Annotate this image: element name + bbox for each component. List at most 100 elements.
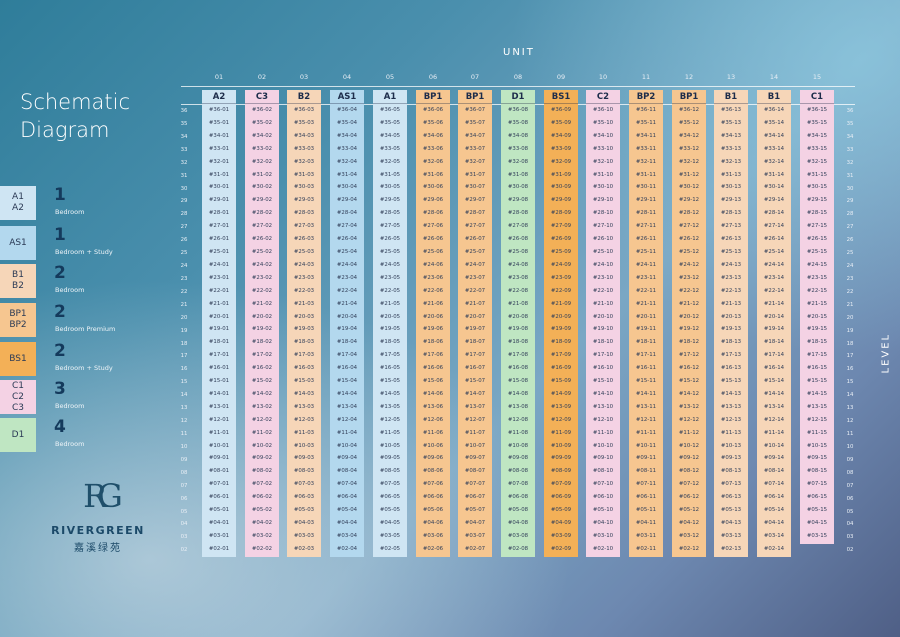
- unit-cell: #11-06: [422, 429, 444, 436]
- legend-type-label: BP1: [9, 309, 27, 319]
- unit-cell: #06-03: [293, 494, 315, 501]
- unit-type-header: B1: [714, 90, 748, 104]
- unit-cell: #12-07: [464, 416, 486, 423]
- unit-cell: #14-03: [293, 390, 315, 397]
- unit-cell: #24-11: [635, 261, 657, 268]
- unit-cell: #13-07: [464, 403, 486, 410]
- unit-cell: #14-07: [464, 390, 486, 397]
- level-label-right: 06: [846, 495, 854, 502]
- level-label-left: 22: [180, 288, 188, 295]
- unit-cell: #10-06: [422, 442, 444, 449]
- unit-cell: #20-02: [251, 313, 273, 320]
- unit-cell: #05-11: [635, 507, 657, 514]
- unit-cell: #31-15: [806, 171, 828, 178]
- unit-cell: #17-15: [806, 352, 828, 359]
- unit-cell: #33-04: [336, 145, 358, 152]
- unit-cell: #25-12: [678, 248, 700, 255]
- unit-cell: #23-01: [208, 274, 230, 281]
- unit-cell: #03-12: [678, 532, 700, 539]
- unit-cell: #15-14: [763, 378, 785, 385]
- level-label-right: 07: [846, 482, 854, 489]
- unit-cell: #27-10: [592, 223, 614, 230]
- unit-cell: #07-01: [208, 481, 230, 488]
- unit-cell: #08-13: [720, 468, 742, 475]
- unit-type-header: BS1: [544, 90, 578, 104]
- unit-cell: #32-03: [293, 158, 315, 165]
- level-label-left: 35: [180, 120, 188, 127]
- unit-cell: #25-01: [208, 248, 230, 255]
- unit-cell: #30-10: [592, 184, 614, 191]
- unit-column: BP1 #36-06 #35-06 #34-06 #33-06 #32-06 #31-06 #…: [416, 90, 450, 558]
- unit-cell: #34-14: [763, 132, 785, 139]
- unit-cell: #35-08: [507, 119, 529, 126]
- level-label-right: 28: [846, 211, 854, 218]
- unit-cell: #28-04: [336, 210, 358, 217]
- unit-cell: #34-15: [806, 132, 828, 139]
- unit-cell: #10-07: [464, 442, 486, 449]
- unit-cell: #33-11: [635, 145, 657, 152]
- unit-cell: #06-07: [464, 494, 486, 501]
- unit-cell: #36-13: [720, 107, 742, 113]
- unit-cell: #23-03: [293, 274, 315, 281]
- level-label-right: 11: [846, 431, 854, 437]
- unit-cell: #12-11: [635, 416, 657, 423]
- unit-cell: #32-10: [592, 158, 614, 165]
- unit-cell: #30-15: [806, 184, 828, 191]
- unit-cell: #30-11: [635, 184, 657, 191]
- unit-cell: #19-07: [464, 326, 486, 333]
- unit-cell: #20-11: [635, 313, 657, 320]
- unit-cell: #10-10: [592, 442, 614, 449]
- unit-cell: #12-04: [336, 416, 358, 423]
- unit-cell: #22-08: [507, 287, 529, 294]
- unit-cell: #03-06: [422, 532, 444, 539]
- unit-cell: #16-12: [678, 365, 700, 372]
- unit-column-number: 09: [556, 73, 566, 81]
- unit-cell: #15-13: [720, 378, 742, 385]
- unit-cell: #11-03: [293, 429, 315, 436]
- level-label-left: 32: [180, 159, 188, 166]
- unit-cell: #02-06: [422, 545, 444, 552]
- level-label-left: 06: [180, 495, 188, 502]
- level-label-right: 34: [846, 133, 854, 140]
- unit-column-number: 02: [257, 73, 267, 81]
- unit-cell: #21-03: [293, 300, 315, 307]
- unit-cell: #18-01: [208, 339, 230, 346]
- legend-description: Bedroom: [55, 286, 85, 294]
- unit-cell: #06-15: [806, 494, 828, 501]
- level-label-right: 31: [846, 172, 854, 179]
- unit-cell: #23-07: [464, 274, 486, 281]
- legend-item: C1 C2 C3 3 Bedroom: [0, 379, 170, 414]
- unit-cell: #32-09: [550, 158, 572, 165]
- unit-cell: #10-05: [379, 442, 401, 449]
- unit-cell: #06-05: [379, 494, 401, 501]
- unit-cell: #36-03: [293, 107, 315, 113]
- unit-cell: #18-07: [464, 339, 486, 346]
- unit-cell: #24-01: [208, 261, 230, 268]
- unit-cell: #02-12: [678, 545, 700, 552]
- unit-cell: #04-07: [464, 520, 486, 526]
- unit-cell: #04-01: [208, 520, 230, 526]
- unit-cell: #29-12: [678, 197, 700, 204]
- unit-cell: #36-02: [251, 107, 273, 113]
- legend-description: Bedroom: [55, 208, 85, 216]
- unit-cell: #08-01: [208, 468, 230, 475]
- unit-cell: #30-12: [678, 184, 700, 191]
- unit-cell: #25-11: [635, 248, 657, 255]
- level-label-left: 20: [180, 314, 188, 321]
- unit-cell: #29-04: [336, 197, 358, 204]
- unit-cell: #16-03: [293, 365, 315, 372]
- unit-cell: #32-07: [464, 158, 486, 165]
- unit-cell: #19-09: [550, 326, 572, 333]
- unit-cell: #13-11: [635, 403, 657, 410]
- unit-cell: #07-12: [678, 481, 700, 488]
- unit-cell: #32-15: [806, 158, 828, 165]
- unit-cell: #31-05: [379, 171, 401, 178]
- unit-cell: #15-02: [251, 378, 273, 385]
- unit-column: C2 #36-10 #35-10 #34-10 #33-10 #32-10 #31-10 #3…: [586, 90, 620, 558]
- unit-cell: #23-13: [720, 274, 742, 281]
- unit-cell: #36-09: [550, 107, 572, 113]
- unit-column-number: 10: [598, 73, 608, 81]
- unit-cell: #27-13: [720, 223, 742, 230]
- unit-cell: #05-02: [251, 507, 273, 514]
- unit-cell: #21-08: [507, 300, 529, 307]
